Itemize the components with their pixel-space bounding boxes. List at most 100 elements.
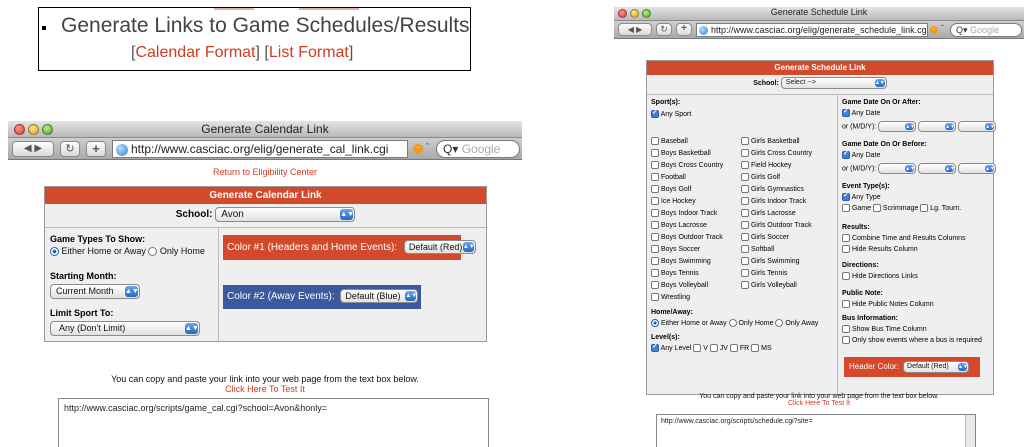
list-format-link[interactable]: List Format (269, 44, 349, 61)
add-bookmark-button[interactable]: + (86, 141, 106, 157)
sport-item: Boys Cross Country (651, 161, 723, 173)
sport-checkbox[interactable] (651, 173, 659, 181)
school-select-value: Avon (221, 208, 244, 220)
radio-only-home[interactable] (728, 319, 737, 327)
reload-icon[interactable]: ↻ (65, 143, 74, 155)
sport-checkbox[interactable] (651, 197, 659, 205)
sport-checkbox[interactable] (651, 221, 659, 229)
radio-either-home-away[interactable] (651, 319, 659, 327)
bus-required-checkbox[interactable] (842, 336, 850, 344)
game-checkbox[interactable] (842, 204, 850, 212)
radio-only-home[interactable] (148, 247, 158, 257)
sport-checkbox[interactable] (651, 233, 659, 241)
sport-checkbox[interactable] (741, 161, 749, 169)
forward-arrow-icon[interactable]: ▶ (636, 25, 642, 34)
school-select[interactable]: Avon ▲▼ (215, 206, 356, 222)
hide-directions-checkbox[interactable] (842, 272, 850, 280)
sport-checkbox[interactable] (741, 185, 749, 193)
textbox-scrollbar[interactable] (965, 415, 975, 447)
sport-checkbox[interactable] (741, 233, 749, 241)
radio-label: Only Home (159, 246, 205, 256)
level-ms-checkbox[interactable] (751, 344, 760, 352)
school-select[interactable]: Select --> ▲▼ (780, 77, 887, 90)
sport-checkbox[interactable] (651, 161, 659, 169)
sport-item: Boys Golf (651, 185, 723, 197)
header-color-select[interactable]: Default (Red) ▲▼ (903, 360, 970, 373)
add-bookmark-button[interactable]: + (676, 23, 692, 36)
any-sport-checkbox[interactable] (651, 108, 659, 118)
limit-sport-select[interactable]: Any (Don't Limit) ▲▼ (50, 321, 200, 337)
sport-checkbox[interactable] (651, 293, 659, 301)
level-fr-checkbox[interactable] (729, 344, 738, 352)
sport-checkbox[interactable] (651, 281, 659, 289)
sport-checkbox[interactable] (651, 149, 659, 157)
return-to-eligibility-link[interactable]: Return to Eligibility Center (8, 167, 522, 177)
date-before-any-checkbox[interactable] (842, 149, 850, 159)
year-select[interactable]: ▲▼ (958, 163, 997, 174)
rss-icon[interactable]: · (930, 26, 938, 34)
plus-icon[interactable]: + (681, 23, 687, 34)
scrimmage-checkbox[interactable] (872, 204, 881, 212)
calendar-format-link[interactable]: Calendar Format (135, 44, 255, 61)
show-bus-time-checkbox[interactable] (842, 325, 850, 333)
month-select[interactable]: ▲▼ (878, 121, 917, 132)
dropdown-caret-icon[interactable]: ˆ (941, 24, 944, 33)
sport-checkbox[interactable] (741, 173, 749, 181)
hide-results-checkbox[interactable] (842, 245, 850, 253)
starting-month-select[interactable]: Current Month ▲▼ (50, 284, 140, 300)
level-v-checkbox[interactable] (693, 344, 702, 352)
sport-checkbox[interactable] (741, 269, 749, 277)
back-forward-button[interactable]: ◀ ▶ (618, 23, 652, 36)
calendar-link-textbox[interactable]: http://www.casciac.org/scripts/game_cal.… (58, 398, 489, 447)
date-after-any-row: Any Date (842, 107, 880, 117)
address-bar[interactable]: http://www.casciac.org/elig/generate_cal… (112, 140, 408, 158)
sport-checkbox[interactable] (651, 185, 659, 193)
month-select[interactable]: ▲▼ (878, 163, 917, 174)
sport-checkbox[interactable] (651, 269, 659, 277)
combine-time-results-checkbox[interactable] (842, 234, 850, 242)
sport-checkbox[interactable] (741, 281, 749, 289)
sport-checkbox[interactable] (741, 257, 749, 265)
back-arrow-icon[interactable]: ◀ (628, 25, 634, 34)
forward-arrow-icon[interactable]: ▶ (34, 143, 42, 154)
level-jv-checkbox[interactable] (709, 344, 718, 352)
reload-button[interactable]: ↻ (656, 23, 672, 36)
reload-button[interactable]: ↻ (60, 141, 80, 157)
sport-checkbox[interactable] (741, 149, 749, 157)
select-arrows-icon: ▲▼ (945, 123, 956, 130)
back-arrow-icon[interactable]: ◀ (24, 143, 32, 154)
search-field[interactable]: Q▾ Google (436, 140, 520, 158)
sport-checkbox[interactable] (741, 221, 749, 229)
color2-select[interactable]: Default (Blue) ▲▼ (340, 289, 419, 304)
sport-checkbox[interactable] (741, 209, 749, 217)
dropdown-caret-icon[interactable]: ˆ (426, 142, 429, 152)
league-tournament-checkbox[interactable] (920, 204, 929, 212)
sport-checkbox[interactable] (741, 137, 749, 145)
date-after-any-checkbox[interactable] (842, 107, 850, 117)
test-link[interactable]: Click Here To Test It (614, 400, 1024, 407)
window-titlebar: Generate Schedule Link (614, 7, 1024, 21)
sport-checkbox[interactable] (651, 245, 659, 253)
rss-icon[interactable]: · (413, 144, 423, 154)
radio-either-home-away[interactable] (50, 247, 59, 257)
sport-checkbox[interactable] (741, 197, 749, 205)
reload-icon[interactable]: ↻ (660, 24, 668, 34)
day-select[interactable]: ▲▼ (918, 121, 957, 132)
sport-checkbox[interactable] (651, 257, 659, 265)
sport-checkbox[interactable] (651, 137, 659, 145)
radio-only-away[interactable] (775, 319, 784, 327)
search-field[interactable]: Q▾ Google (950, 23, 1022, 37)
back-forward-button[interactable]: ◀ ▶ (12, 141, 54, 157)
plus-icon[interactable]: + (92, 141, 100, 156)
sport-checkbox[interactable] (741, 245, 749, 253)
color1-select[interactable]: Default (Red) ▲▼ (403, 240, 476, 255)
any-level-checkbox[interactable] (651, 342, 659, 352)
schedule-link-textbox[interactable]: http://www.casciac.org/scripts/schedule.… (656, 414, 976, 447)
address-bar[interactable]: http://www.casciac.org/elig/generate_sch… (696, 23, 928, 37)
sport-checkbox[interactable] (651, 209, 659, 217)
year-select[interactable]: ▲▼ (958, 121, 997, 132)
hide-public-notes-checkbox[interactable] (842, 300, 850, 308)
day-select[interactable]: ▲▼ (918, 163, 957, 174)
test-link[interactable]: Click Here To Test It (8, 384, 522, 394)
any-type-checkbox[interactable] (842, 191, 850, 201)
